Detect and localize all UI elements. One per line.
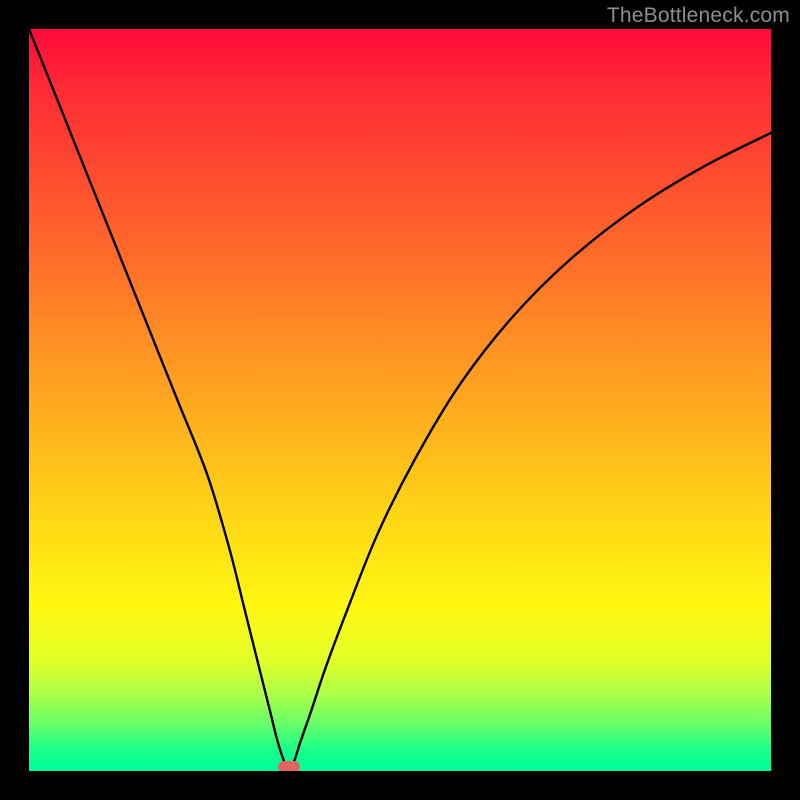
watermark-text: TheBottleneck.com [607, 4, 790, 28]
optimal-point-marker [278, 761, 300, 771]
chart-frame: TheBottleneck.com [0, 0, 800, 800]
plot-area [29, 29, 771, 771]
bottleneck-curve [29, 29, 771, 771]
